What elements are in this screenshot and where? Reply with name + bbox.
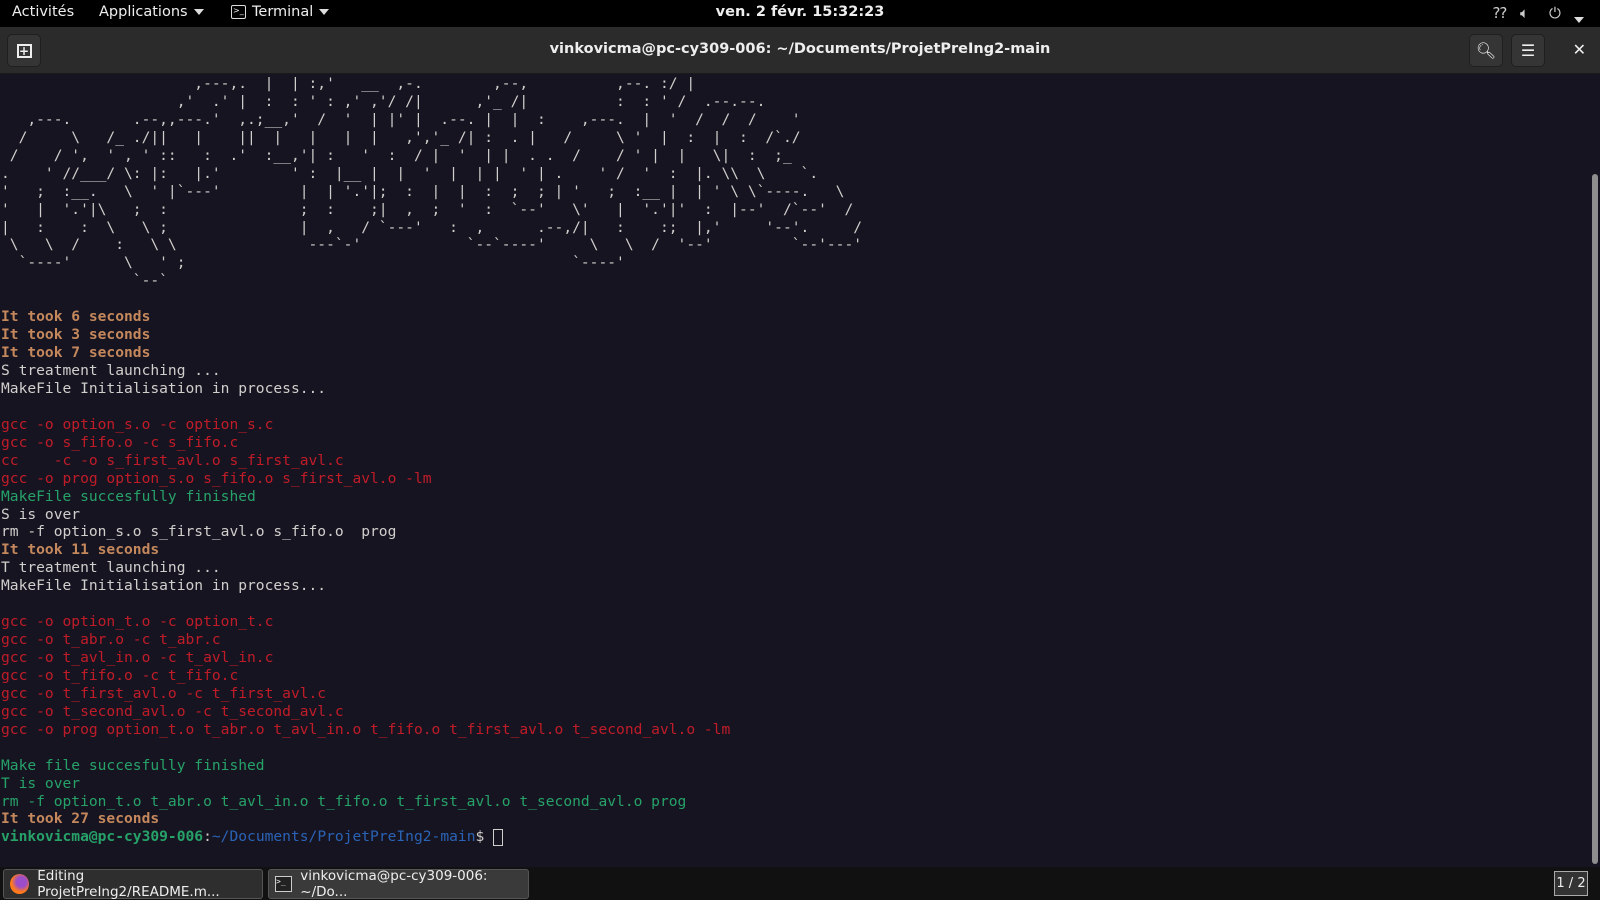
terminal-line: It took 11 seconds (1, 541, 160, 559)
prompt-path: ~/Documents/ProjetPreIng2-main (211, 828, 476, 846)
ascii-art-line: ,' .' | : : ' : ,' ,'/ /| ,'_ /| : : ' /… (1, 92, 766, 110)
text-cursor (493, 828, 504, 846)
terminal-line: gcc -o prog option_s.o s_fifo.o s_first_… (1, 469, 432, 487)
terminal-line: MakeFile succesfully finished (1, 487, 256, 505)
network-icon[interactable]: ⁇ (1493, 4, 1507, 22)
terminal-line: gcc -o prog option_t.o t_abr.o t_avl_in.… (1, 720, 731, 738)
terminal-line: cc -c -o s_first_avl.o s_first_avl.c (1, 451, 344, 469)
firefox-icon (10, 874, 30, 894)
hamburger-icon: ☰ (1520, 41, 1536, 60)
prompt-user: vinkovicma@pc-cy309-006 (1, 828, 204, 846)
ascii-art-line: ' | '.'|\ ; : ; : ;| , ; ' : `--' \' | '… (1, 200, 854, 218)
workspace-indicator[interactable]: 1 / 2 (1554, 871, 1588, 896)
terminal-line: It took 6 seconds (1, 308, 151, 326)
ascii-art-line: / / ', ' , ' :: : .' :__,'| : ' : / | ' … (1, 146, 792, 164)
terminal-line: It took 7 seconds (1, 344, 151, 362)
terminal-output[interactable]: ,---,. | | :,' __ ,-. ,--, ,--. :/ | ,' … (0, 74, 1590, 867)
terminal-line: T treatment launching ... (1, 559, 221, 577)
volume-muted-icon[interactable]: 🔈︎ (1520, 4, 1529, 22)
close-button[interactable]: ✕ (1573, 40, 1586, 59)
prompt-separator: : (203, 828, 212, 846)
task-label: Editing ProjetPreIng2/README.m... (37, 868, 220, 900)
ascii-art-line: ,---. .--,,---.' ,.;__,' / ' | |' | .--.… (1, 110, 801, 128)
ascii-art-line: ' ; :__. \ ' |`---' | | '.'|; : | | : ; … (1, 182, 845, 200)
task-label: vinkovicma@pc-cy309-006: ~/Do... (300, 868, 488, 900)
terminal-line: MakeFile Initialisation in process... (1, 577, 327, 595)
terminal-lines: ,---,. | | :,' __ ,-. ,--, ,--. :/ | ,' … (1, 75, 862, 846)
terminal-line: T is over (1, 774, 81, 792)
prompt-symbol: $ (475, 828, 494, 846)
ascii-art-line: . ' //___/ \: |: |.' ' : |__ | | ' | | |… (1, 164, 819, 182)
terminal-line: gcc -o s_fifo.o -c s_fifo.c (1, 433, 239, 451)
scrollbar[interactable] (1590, 74, 1600, 867)
terminal-icon: >_ (275, 876, 293, 892)
prompt-line[interactable]: vinkovicma@pc-cy309-006:~/Documents/Proj… (1, 828, 862, 846)
task-terminal[interactable]: >_ vinkovicma@pc-cy309-006: ~/Do... (268, 868, 529, 900)
scrollbar-thumb[interactable] (1592, 174, 1598, 864)
terminal-line: rm -f option_t.o t_abr.o t_avl_in.o t_fi… (1, 792, 687, 810)
terminal-line: gcc -o t_avl_in.o -c t_avl_in.c (1, 649, 274, 666)
power-icon[interactable]: ⏻ (1549, 4, 1561, 22)
terminal-line: gcc -o t_first_avl.o -c t_first_avl.c (1, 684, 327, 702)
ascii-art-line: \ \ / : \ \ ---`-' `--`----' \ \ / '--' … (1, 236, 863, 254)
terminal-line: gcc -o option_s.o -c option_s.c (1, 415, 274, 433)
ascii-art-line: `----' \ ' ; `----' (1, 254, 625, 272)
search-icon: 🔍︎ (1475, 41, 1497, 60)
terminal-line: rm -f option_s.o s_first_avl.o s_fifo.o … (1, 523, 397, 541)
terminal-line: gcc -o t_fifo.o -c t_fifo.c (1, 666, 239, 684)
terminal-line: It took 3 seconds (1, 326, 151, 344)
window-title: vinkovicma@pc-cy309-006: ~/Documents/Pro… (549, 41, 1051, 57)
ascii-art-line: `--` (1, 272, 168, 290)
ascii-art-line: / \ /_ ./|| | || | | | | ,','_ /| : . | … (1, 128, 801, 146)
ascii-art-line: ,---,. | | :,' __ ,-. ,--, ,--. :/ | (1, 75, 696, 92)
terminal-line: MakeFile Initialisation in process... (1, 379, 327, 397)
terminal-header-bar: + vinkovicma@pc-cy309-006: ~/Documents/P… (0, 27, 1600, 74)
ascii-art-line: | : : \ \ ; | , / `---' : , .--,/| : :; … (1, 218, 863, 236)
terminal-line: gcc -o t_abr.o -c t_abr.c (1, 631, 221, 649)
terminal-line: It took 27 seconds (1, 810, 160, 828)
terminal-line: Make file succesfully finished (1, 756, 265, 774)
chevron-down-icon[interactable] (1574, 9, 1584, 27)
top-bar: Activités Applications >_ Terminal ven. 2… (0, 0, 1600, 27)
terminal-line: S is over (1, 505, 81, 523)
terminal-line: gcc -o option_t.o -c option_t.c (1, 613, 274, 631)
terminal-line: S treatment launching ... (1, 362, 221, 379)
clock[interactable]: ven. 2 févr. 15:32:23 (0, 4, 1600, 20)
taskbar: Editing ProjetPreIng2/README.m... >_ vink… (0, 867, 1600, 900)
task-firefox[interactable]: Editing ProjetPreIng2/README.m... (3, 868, 263, 900)
search-button[interactable]: 🔍︎ (1469, 34, 1503, 67)
close-icon: ✕ (1572, 40, 1586, 59)
menu-button[interactable]: ☰ (1511, 34, 1545, 67)
terminal-line: gcc -o t_second_avl.o -c t_second_avl.c (1, 702, 344, 720)
